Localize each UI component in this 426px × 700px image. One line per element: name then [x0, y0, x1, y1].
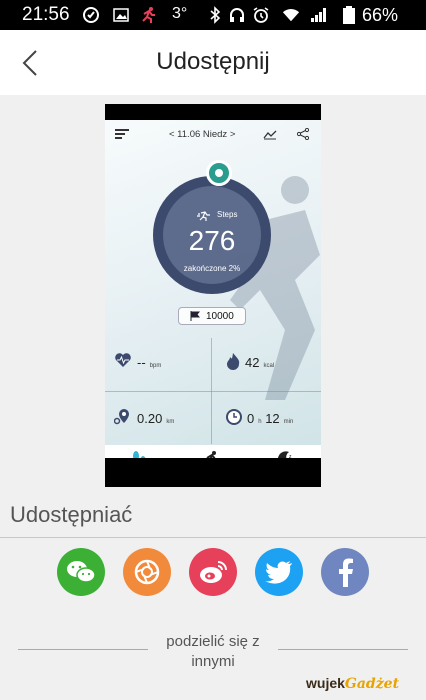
runner-icon: [140, 6, 158, 24]
share-icon: [296, 127, 310, 142]
facebook-icon: [339, 558, 353, 587]
preview-screen: < 11.06 Niedz > Steps 276 zakończone 2% …: [105, 120, 321, 458]
bluetooth-icon: [206, 6, 224, 24]
facebook-button[interactable]: [321, 548, 369, 596]
preview-date: < 11.06 Niedz >: [169, 129, 236, 140]
wechat-button[interactable]: [57, 548, 105, 596]
calories-cell: 42 kcal: [213, 338, 319, 388]
twitter-button[interactable]: [255, 548, 303, 596]
heart-rate-cell: -- bpm: [105, 338, 211, 388]
status-time: 21:56: [22, 4, 70, 25]
preview-tab-bar: z: [105, 445, 321, 458]
weibo-icon: [200, 561, 227, 583]
distance-cell: 0.20 km: [105, 394, 211, 444]
trend-icon: [263, 128, 277, 142]
status-bar: 21:56 3° 66%: [0, 0, 426, 30]
weibo-button[interactable]: [189, 548, 237, 596]
stats-divider: [211, 338, 212, 444]
stats-grid: -- bpm 42 kcal 0.20 km 0h 12 min: [105, 338, 321, 448]
svg-text:z: z: [289, 454, 292, 458]
moments-button[interactable]: [123, 548, 171, 596]
flag-icon: [190, 311, 201, 324]
footer-divider-right: [278, 649, 408, 650]
running-icon: [203, 450, 223, 458]
sync-icon: [82, 6, 100, 24]
steps-label: Steps: [217, 210, 238, 219]
progress-knob: [206, 160, 232, 186]
distance-value: 0.20 km: [137, 411, 175, 426]
stats-divider: [105, 391, 321, 392]
share-with-others-text: podzielić się z innymi: [166, 633, 260, 670]
goal-badge: 10000: [178, 307, 246, 325]
heart-icon: [114, 352, 132, 373]
heart-value: -- bpm: [137, 355, 162, 370]
share-preview-image: < 11.06 Niedz > Steps 276 zakończone 2% …: [105, 104, 321, 487]
menu-icon: [115, 129, 129, 141]
location-icon: [113, 408, 132, 431]
steps-icon: [197, 208, 211, 226]
calories-value: 42 kcal: [245, 355, 275, 370]
page-title: Udostępnij: [156, 48, 270, 75]
sleep-icon: z: [277, 450, 297, 458]
watermark-logo: wujekGadżet: [306, 675, 400, 692]
app-header: Udostępnij: [0, 30, 426, 95]
footer-divider-left: [18, 649, 148, 650]
flame-icon: [225, 352, 241, 375]
temperature: 3°: [172, 5, 188, 22]
headset-icon: [228, 6, 246, 24]
duration-cell: 0h 12 min: [213, 394, 319, 444]
image-icon: [112, 6, 130, 24]
preview-app-bar: < 11.06 Niedz >: [105, 120, 321, 150]
battery-percent: 66%: [362, 5, 399, 25]
twitter-icon: [265, 561, 292, 584]
progress-text: zakończone 2%: [183, 264, 241, 273]
goal-value: 10000: [206, 311, 234, 322]
wifi-icon: [282, 6, 300, 24]
alarm-icon: [252, 6, 270, 24]
clock-icon: [225, 408, 243, 431]
wechat-icon: [67, 561, 96, 583]
moments-icon: [134, 559, 160, 585]
battery-icon: [340, 6, 358, 24]
share-heading: Udostępniać: [10, 502, 133, 527]
steps-value: 276: [188, 225, 236, 256]
section-divider: [0, 537, 426, 538]
footsteps-icon: [131, 450, 151, 458]
duration-value: 0h 12 min: [247, 411, 294, 426]
signal-icon: [310, 6, 328, 24]
